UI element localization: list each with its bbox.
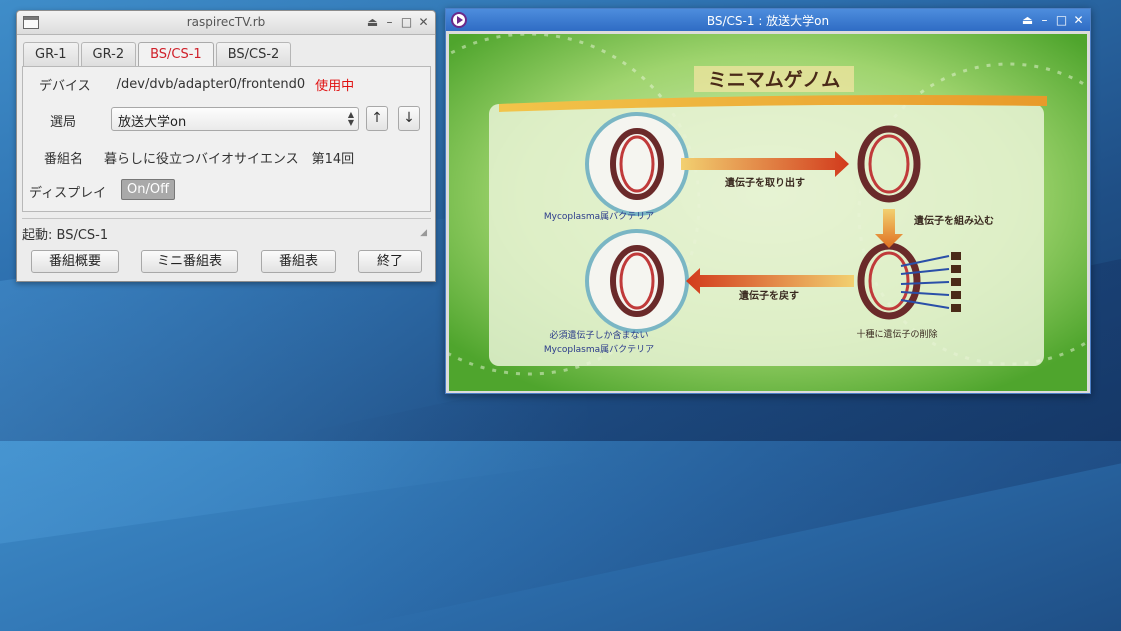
minimize-icon[interactable]: – (382, 14, 397, 30)
device-path: /dev/dvb/adapter0/frontend0 (116, 77, 306, 92)
video-window: BS/CS-1 : 放送大学on ⏏ – □ ✕ ミニマムゲノム 遺伝子を取り出… (445, 8, 1091, 394)
status-text: 起動: BS/CS-1 (22, 228, 109, 243)
video-window-titlebar[interactable]: BS/CS-1 : 放送大学on ⏏ – □ ✕ (446, 9, 1090, 31)
video-frame[interactable]: ミニマムゲノム 遺伝子を取り出す 遺伝子を組み込む 遺伝子を戻す Mycopla… (449, 34, 1087, 391)
caption-bacteria-2: Mycoplasma属バクテリア (544, 344, 654, 355)
minimize-icon[interactable]: – (1037, 12, 1052, 28)
epg-button[interactable]: 番組表 (261, 250, 336, 273)
maximize-icon[interactable]: □ (399, 14, 414, 30)
video-content: ミニマムゲノム 遺伝子を取り出す 遺伝子を組み込む 遺伝子を戻す Mycopla… (449, 34, 1087, 391)
program-overview-button[interactable]: 番組概要 (31, 250, 119, 273)
device-status: 使用中 (315, 79, 355, 94)
quit-button[interactable]: 終了 (358, 250, 422, 273)
display-row: ディスプレイ (29, 182, 106, 201)
arrow-label-insert: 遺伝子を組み込む (913, 214, 994, 227)
caption-gene-deletion: 十種に遺伝子の削除 (856, 328, 937, 340)
control-window-titlebar[interactable]: raspirecTV.rb ⏏ – □ ✕ (17, 11, 435, 35)
display-label: ディスプレイ (29, 186, 107, 201)
resize-grip-icon[interactable]: ◢ (420, 228, 427, 238)
tab-gr-2[interactable]: GR-2 (80, 42, 137, 66)
status-bar: 起動: BS/CS-1 ◢ (22, 224, 431, 243)
channel-row: 選局 (50, 111, 76, 130)
arrow-label-return: 遺伝子を戻す (738, 289, 799, 302)
channel-up-button[interactable]: ↑ (366, 106, 388, 131)
eject-icon[interactable]: ⏏ (365, 14, 380, 30)
control-window: raspirecTV.rb ⏏ – □ ✕ GR-1 GR-2 BS/CS-1 … (16, 10, 436, 282)
close-icon[interactable]: ✕ (416, 14, 431, 30)
channel-label: 選局 (50, 115, 77, 130)
tuner-tabs: GR-1 GR-2 BS/CS-1 BS/CS-2 (23, 42, 292, 67)
program-label: 番組名 (44, 152, 84, 167)
divider (22, 218, 431, 219)
program-row: 番組名 暮らしに役立つバイオサイエンス 第14回 (44, 148, 354, 167)
caption-essential-genes: 必須遺伝子しか含まない (549, 329, 648, 341)
heading-plate: ミニマムゲノム (694, 66, 854, 92)
tab-bs-cs-2[interactable]: BS/CS-2 (215, 42, 292, 66)
channel-select[interactable]: 放送大学on ▲ ▼ (111, 107, 359, 131)
maximize-icon[interactable]: □ (1054, 12, 1069, 28)
tab-gr-1[interactable]: GR-1 (23, 42, 79, 66)
eject-icon[interactable]: ⏏ (1020, 12, 1035, 28)
video-window-title: BS/CS-1 : 放送大学on (706, 14, 830, 28)
close-icon[interactable]: ✕ (1071, 12, 1086, 28)
tab-bs-cs-1[interactable]: BS/CS-1 (138, 42, 214, 67)
program-name: 暮らしに役立つバイオサイエンス 第14回 (104, 152, 355, 167)
combo-arrows-icon: ▲ ▼ (347, 110, 354, 127)
heading-text: ミニマムゲノム (708, 69, 840, 91)
arrow-label-extract: 遺伝子を取り出す (724, 176, 805, 189)
caption-bacteria: Mycoplasma属バクテリア (544, 211, 654, 222)
display-toggle-button[interactable]: On/Off (121, 179, 176, 200)
channel-select-value: 放送大学on (118, 115, 187, 130)
tab-panel: デバイス /dev/dvb/adapter0/frontend0 使用中 選局 … (22, 66, 431, 212)
device-row: デバイス /dev/dvb/adapter0/frontend0 使用中 (39, 75, 354, 94)
channel-down-button[interactable]: ↓ (398, 106, 420, 131)
mini-epg-button[interactable]: ミニ番組表 (141, 250, 238, 273)
device-label: デバイス (39, 79, 91, 94)
